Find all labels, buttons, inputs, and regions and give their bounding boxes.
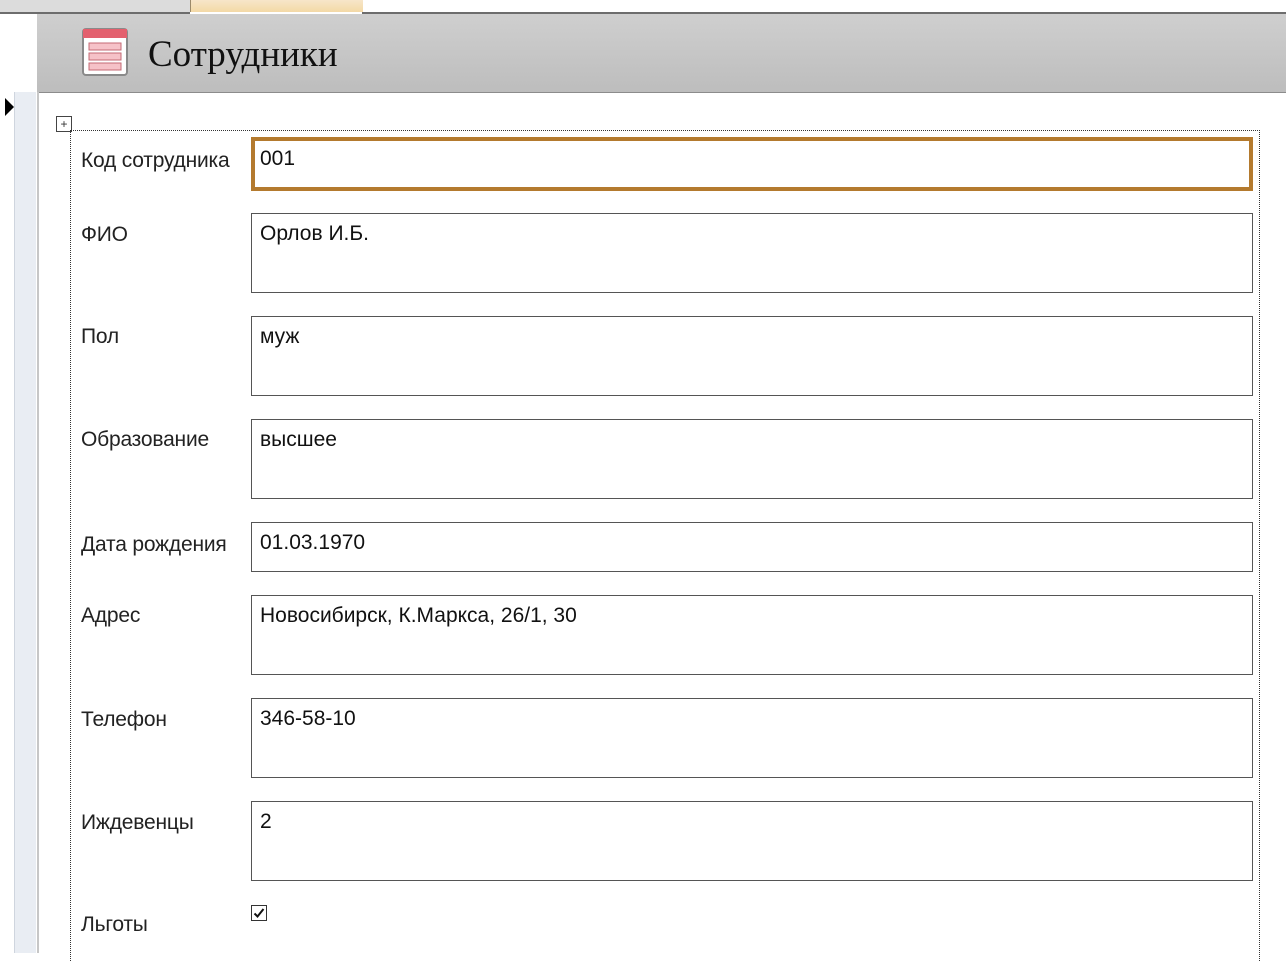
- employee-code-field[interactable]: 001: [251, 137, 1253, 191]
- education-field[interactable]: высшее: [251, 419, 1253, 499]
- field-label: Дата рождения: [81, 533, 227, 556]
- control-layout: Код сотрудника 001 ФИО Орлов И.Б. Пол му…: [70, 130, 1260, 961]
- field-label: Телефон: [81, 708, 167, 731]
- full-name-field[interactable]: Орлов И.Б.: [251, 213, 1253, 293]
- active-form-tab[interactable]: [190, 0, 363, 12]
- field-label: ФИО: [81, 223, 128, 246]
- benefits-checkbox[interactable]: [251, 905, 267, 921]
- gender-field[interactable]: муж: [251, 316, 1253, 396]
- address-field[interactable]: Новосибирск, К.Маркса, 26/1, 30: [251, 595, 1253, 675]
- field-label: Образование: [81, 428, 209, 451]
- form-title: Сотрудники: [148, 34, 338, 75]
- checkmark-icon: [253, 908, 265, 918]
- field-label: Пол: [81, 325, 119, 348]
- record-selector-strip[interactable]: [14, 92, 36, 953]
- inactive-tab[interactable]: [0, 0, 190, 14]
- record-selector-bar[interactable]: [0, 92, 39, 953]
- field-label: Код сотрудника: [81, 149, 230, 172]
- current-record-pointer-icon: [5, 98, 14, 116]
- field-label: Иждевенцы: [81, 811, 194, 834]
- phone-field[interactable]: 346-58-10: [251, 698, 1253, 778]
- dependents-field[interactable]: 2: [251, 801, 1253, 881]
- birth-date-field[interactable]: 01.03.1970: [251, 522, 1253, 572]
- field-label: Адрес: [81, 604, 141, 627]
- form-icon: [82, 28, 128, 76]
- field-label: Льготы: [81, 913, 148, 936]
